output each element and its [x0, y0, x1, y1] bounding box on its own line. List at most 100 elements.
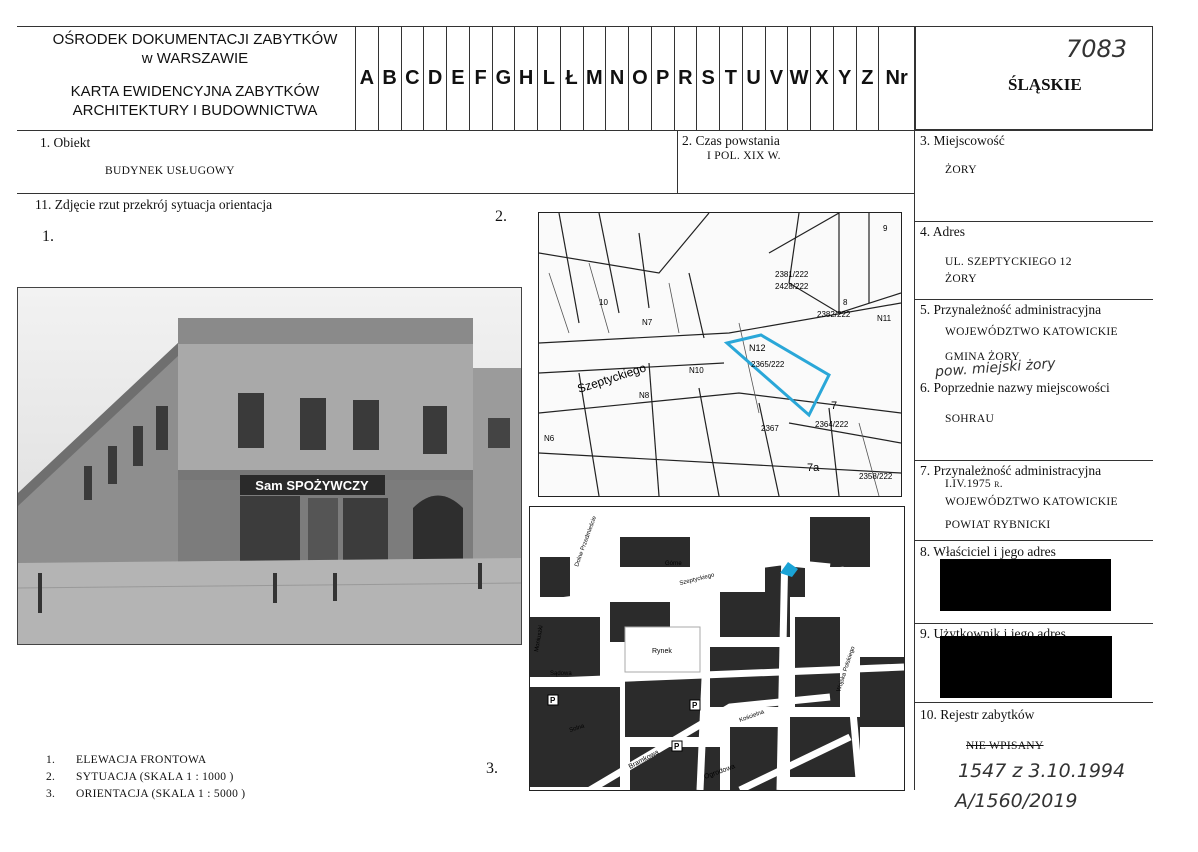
- letter-cell: V: [764, 26, 788, 130]
- shop-sign-text: Sam SPOŻYWCZY: [255, 478, 369, 493]
- figure-3-number: 3.: [486, 760, 498, 777]
- letter-cell: S: [696, 26, 719, 130]
- field-7-date: I.IV.1975 r.: [945, 478, 1003, 490]
- building-photo: Sam SPOŻYWCZY: [17, 287, 522, 645]
- region-box: ŚLĄSKIE 7083: [915, 26, 1153, 130]
- field-8-redaction: [940, 559, 1111, 611]
- org-line-2: w WARSZAWIE: [141, 50, 249, 67]
- field-2-value: I POL. XIX W.: [707, 150, 781, 162]
- field-7-voivodeship: WOJEWÓDZTWO KATOWICKIE: [945, 496, 1118, 508]
- region-label: ŚLĄSKIE: [1008, 75, 1082, 94]
- field-9-redaction: [940, 636, 1112, 698]
- legend-number: 2.: [46, 771, 56, 783]
- letter-cell: O: [628, 26, 651, 130]
- parcel-label: 8: [843, 298, 848, 307]
- orientation-map: Rynek Szeptyckiego Bramkowa Ogrodowa Sol…: [529, 506, 905, 791]
- letter-cell: B: [377, 26, 401, 130]
- field-5-label: 5. Przynależność administracyjna: [920, 302, 1102, 317]
- handwritten-card-number: 7083: [1066, 35, 1128, 63]
- header-bottom-border: [17, 130, 1153, 131]
- legend-text: ORIENTACJA (SKALA 1 : 5000 ): [76, 788, 246, 800]
- building-photo-drawing: Sam SPOŻYWCZY: [18, 288, 521, 644]
- col-divider-2: [677, 130, 678, 194]
- card-line-1: KARTA EWIDENCYJNA ZABYTKÓW: [70, 83, 320, 100]
- field-2-label: 2. Czas powstania: [682, 133, 780, 148]
- situation-map-drawing: N12 2365/222 Szeptyckiego 2381/222 2428/…: [539, 213, 901, 496]
- street-label: Górne: [665, 561, 682, 567]
- legend-row: 3. ORIENTACJA (SKALA 1 : 5000 ): [46, 786, 245, 803]
- letter-cell: A: [355, 26, 378, 130]
- letter-cell: T: [719, 26, 742, 130]
- legend-row: 1. ELEWACJA FRONTOWA: [46, 752, 245, 769]
- rc-divider-4: [914, 299, 1153, 300]
- plot-outline: [723, 333, 831, 418]
- org-line-1: OŚRODEK DOKUMENTACJI ZABYTKÓW: [52, 31, 338, 48]
- rc-divider-9: [914, 702, 1153, 703]
- field-1-label: 1. Obiekt: [40, 135, 91, 150]
- org-title: OŚRODEK DOKUMENTACJI ZABYTKÓW w WARSZAWI…: [40, 30, 350, 68]
- street-label: Kościelna: [739, 709, 766, 724]
- field-11-label: 11. Zdjęcie rzut przekrój sytuacja orien…: [35, 197, 273, 212]
- parcel-label: N10: [689, 366, 704, 375]
- parcel-label: N7: [642, 318, 653, 327]
- field-10-handwritten-entry-1: 1547 z 3.10.1994: [958, 760, 1126, 782]
- field-7-powiat: POWIAT RYBNICKI: [945, 519, 1051, 531]
- parcel-label: 2382/222: [817, 310, 851, 319]
- letter-cell: G: [491, 26, 515, 130]
- field-3-label: 3. Miejscowość: [920, 133, 1005, 148]
- rc-divider-8: [914, 623, 1153, 624]
- plot-id-label: 2365/222: [751, 360, 785, 369]
- parcel-label: 2367: [761, 424, 779, 433]
- field-10-struck-value: NIE WPISANY: [966, 740, 1044, 752]
- nr-cell: Nr: [878, 26, 916, 130]
- field-6-value: SOHRAU: [945, 413, 995, 425]
- figure-2-number: 2.: [495, 208, 507, 225]
- plot-number-label: N12: [749, 343, 766, 353]
- street-label: Dolne Przedmieście: [574, 515, 598, 568]
- parcel-label: 2428/222: [775, 282, 809, 291]
- legend-text: SYTUACJA (SKALA 1 : 1000 ): [76, 771, 234, 783]
- rc-divider-7: [914, 540, 1153, 541]
- parking-icon: P: [550, 696, 556, 705]
- square-label: Rynek: [652, 648, 672, 655]
- letter-cell: Ł: [559, 26, 583, 130]
- letter-cell: H: [514, 26, 537, 130]
- parcel-label: 2381/222: [775, 270, 809, 279]
- field-4-label: 4. Adres: [920, 224, 965, 239]
- legend-text: ELEWACJA FRONTOWA: [76, 754, 207, 766]
- letter-cell: P: [650, 26, 674, 130]
- letter-cell: W: [787, 26, 810, 130]
- parcel-label: 2364/222: [815, 420, 849, 429]
- letter-cell: C: [400, 26, 424, 130]
- legend-number: 3.: [46, 788, 56, 800]
- field-4-city: ŻORY: [945, 273, 977, 285]
- parcel-label: 7: [831, 400, 837, 412]
- rc-divider-6: [914, 460, 1153, 461]
- field-1-value: BUDYNEK USŁUGOWY: [105, 165, 235, 177]
- letter-cell: U: [741, 26, 765, 130]
- parking-icon: P: [674, 742, 680, 751]
- field-10-label: 10. Rejestr zabytków: [920, 707, 1035, 722]
- letter-cell: Z: [855, 26, 879, 130]
- letter-cell: Y: [832, 26, 856, 130]
- figure-1-number: 1.: [42, 228, 54, 245]
- parking-icon: P: [692, 701, 698, 710]
- letter-cell: D: [423, 26, 446, 130]
- parcel-label: 10: [599, 298, 608, 307]
- card-title: KARTA EWIDENCYJNA ZABYTKÓW ARCHITEKTURY …: [40, 82, 350, 120]
- street-label: Sądowa: [550, 671, 572, 677]
- parcel-label: N11: [877, 314, 892, 323]
- letter-cell: E: [446, 26, 469, 130]
- street-label: Szeptyckiego: [576, 360, 649, 395]
- letter-cell: X: [810, 26, 833, 130]
- parcel-label: N8: [639, 391, 650, 400]
- field-10-handwritten-entry-2: A/1560/2019: [955, 790, 1078, 812]
- legend-number: 1.: [46, 754, 56, 766]
- letter-cell: M: [582, 26, 606, 130]
- card-line-2: ARCHITEKTURY I BUDOWNICTWA: [72, 102, 318, 119]
- letter-cell: L: [537, 26, 560, 130]
- figure-legend: 1. ELEWACJA FRONTOWA 2. SYTUACJA (SKALA 1 :…: [46, 752, 245, 803]
- situation-map: N12 2365/222 Szeptyckiego 2381/222 2428/…: [538, 212, 902, 497]
- parcel-label: 7a: [807, 462, 820, 474]
- letter-cell: N: [605, 26, 628, 130]
